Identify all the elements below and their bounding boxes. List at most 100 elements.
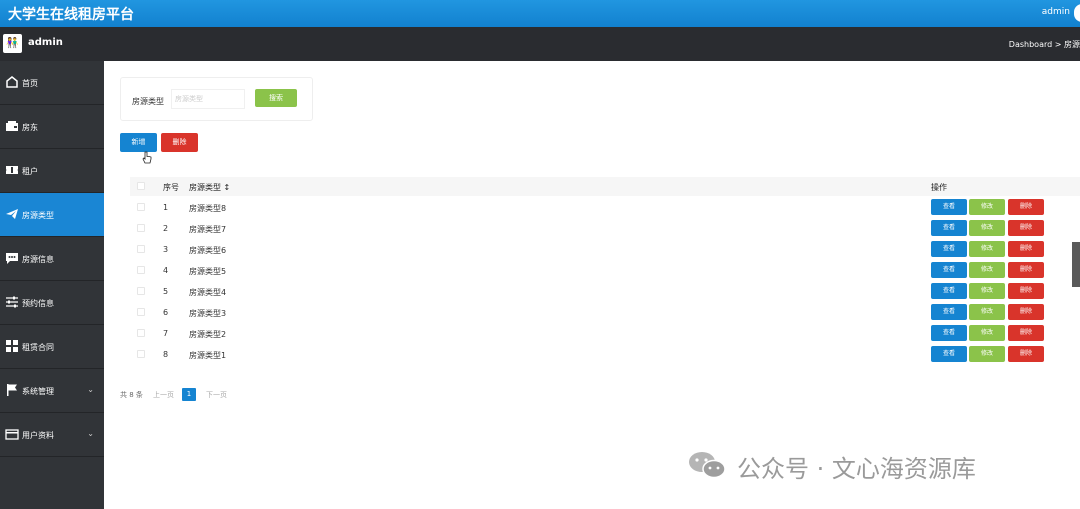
chevron-down-icon: ⌄ (87, 385, 94, 394)
table-row: 7 房源类型2 查看 修改 删除 (130, 323, 1080, 344)
row-checkbox[interactable] (137, 287, 145, 295)
row-type: 房源类型6 (189, 246, 227, 255)
edit-button[interactable]: 修改 (969, 325, 1005, 341)
view-button[interactable]: 查看 (931, 199, 967, 215)
edit-button[interactable]: 修改 (969, 283, 1005, 299)
batch-delete-button[interactable]: 删除 (161, 133, 198, 152)
view-button[interactable]: 查看 (931, 220, 967, 236)
edit-button[interactable]: 修改 (969, 304, 1005, 320)
sidebar-item-label: 预约信息 (22, 299, 54, 308)
row-index: 1 (163, 203, 169, 212)
sidebar-item-home[interactable]: 首页 (0, 61, 104, 105)
row-checkbox[interactable] (137, 308, 145, 316)
edit-button[interactable]: 修改 (969, 220, 1005, 236)
ticket-icon (5, 163, 19, 177)
sidebar-user-name: admin (28, 37, 63, 48)
sliders-icon (5, 295, 19, 309)
sidebar-item-landlord[interactable]: 房东 (0, 105, 104, 149)
row-checkbox[interactable] (137, 266, 145, 274)
row-checkbox[interactable] (137, 245, 145, 253)
column-header-actions: 操作 (931, 183, 947, 192)
table-row: 2 房源类型7 查看 修改 删除 (130, 218, 1080, 239)
sidebar-item-label: 租户 (22, 167, 38, 176)
delete-button[interactable]: 删除 (1008, 262, 1044, 278)
sidebar: 首页 房东 租户 房源类型 房源信息 预约信息 租赁合同 系统管理 ⌄ 用户资料… (0, 61, 104, 509)
column-header-type[interactable]: 房源类型 ↕ (189, 182, 230, 193)
table-row: 6 房源类型3 查看 修改 删除 (130, 302, 1080, 323)
next-page-button[interactable]: 下一页 (206, 390, 227, 400)
sidebar-item-label: 系统管理 (22, 387, 54, 396)
edit-button[interactable]: 修改 (969, 262, 1005, 278)
view-button[interactable]: 查看 (931, 346, 967, 362)
sidebar-item-house-info[interactable]: 房源信息 (0, 237, 104, 281)
table-row: 5 房源类型4 查看 修改 删除 (130, 281, 1080, 302)
chevron-down-icon: ⌄ (87, 429, 94, 438)
edit-button[interactable]: 修改 (969, 346, 1005, 362)
row-type: 房源类型7 (189, 225, 227, 234)
row-type: 房源类型2 (189, 330, 227, 339)
view-button[interactable]: 查看 (931, 241, 967, 257)
wallet-icon (5, 119, 19, 133)
search-panel: 房源类型 搜索 (120, 77, 313, 121)
sidebar-item-label: 用户资料 (22, 431, 54, 440)
table-row: 3 房源类型6 查看 修改 删除 (130, 239, 1080, 260)
delete-button[interactable]: 删除 (1008, 346, 1044, 362)
sidebar-item-label: 房源类型 (22, 211, 54, 220)
edit-button[interactable]: 修改 (969, 199, 1005, 215)
view-button[interactable]: 查看 (931, 262, 967, 278)
current-page-button[interactable]: 1 (182, 388, 196, 401)
row-index: 8 (163, 350, 169, 359)
top-header: 大学生在线租房平台 admin (0, 0, 1080, 27)
table-row: 8 房源类型1 查看 修改 删除 (130, 344, 1080, 365)
table-row: 4 房源类型5 查看 修改 删除 (130, 260, 1080, 281)
sub-header: 👫 admin Dashboard > 房源 (0, 27, 1080, 61)
table-header: 序号 房源类型 ↕ 操作 (130, 177, 1080, 196)
prev-page-button[interactable]: 上一页 (153, 390, 174, 400)
row-index: 2 (163, 224, 169, 233)
row-type: 房源类型5 (189, 267, 227, 276)
row-type: 房源类型4 (189, 288, 227, 297)
sidebar-item-contract[interactable]: 租赁合同 (0, 325, 104, 369)
card-icon (5, 427, 19, 441)
search-label: 房源类型 (132, 97, 164, 106)
column-header-index: 序号 (163, 183, 179, 192)
sidebar-item-label: 首页 (22, 79, 38, 88)
view-button[interactable]: 查看 (931, 283, 967, 299)
row-checkbox[interactable] (137, 350, 145, 358)
watermark-text: 公众号 · 文心海资源库 (737, 455, 976, 483)
delete-button[interactable]: 删除 (1008, 325, 1044, 341)
sidebar-item-booking[interactable]: 预约信息 (0, 281, 104, 325)
sidebar-item-house-type[interactable]: 房源类型 (0, 193, 104, 237)
scrollbar-thumb[interactable] (1072, 242, 1080, 287)
row-type: 房源类型8 (189, 204, 227, 213)
sidebar-item-label: 房源信息 (22, 255, 54, 264)
row-checkbox[interactable] (137, 203, 145, 211)
user-avatar[interactable] (1074, 4, 1080, 22)
delete-button[interactable]: 删除 (1008, 283, 1044, 299)
delete-button[interactable]: 删除 (1008, 220, 1044, 236)
sidebar-item-tenant[interactable]: 租户 (0, 149, 104, 193)
sidebar-item-profile[interactable]: 用户资料 ⌄ (0, 413, 104, 457)
edit-button[interactable]: 修改 (969, 241, 1005, 257)
paper-plane-icon (5, 207, 19, 221)
search-button[interactable]: 搜索 (255, 89, 297, 107)
delete-button[interactable]: 删除 (1008, 241, 1044, 257)
select-all-checkbox[interactable] (137, 182, 145, 190)
view-button[interactable]: 查看 (931, 304, 967, 320)
search-input[interactable] (171, 89, 245, 109)
row-index: 5 (163, 287, 169, 296)
pointer-cursor-icon (141, 150, 153, 164)
top-user-name[interactable]: admin (1042, 7, 1070, 17)
row-checkbox[interactable] (137, 329, 145, 337)
row-checkbox[interactable] (137, 224, 145, 232)
sidebar-item-system[interactable]: 系统管理 ⌄ (0, 369, 104, 413)
app-title: 大学生在线租房平台 (8, 7, 134, 23)
view-button[interactable]: 查看 (931, 325, 967, 341)
delete-button[interactable]: 删除 (1008, 304, 1044, 320)
chat-icon (5, 251, 19, 265)
delete-button[interactable]: 删除 (1008, 199, 1044, 215)
row-index: 4 (163, 266, 169, 275)
wechat-icon (687, 450, 727, 480)
breadcrumb[interactable]: Dashboard > 房源 (1009, 39, 1080, 50)
grid-icon (5, 339, 19, 353)
